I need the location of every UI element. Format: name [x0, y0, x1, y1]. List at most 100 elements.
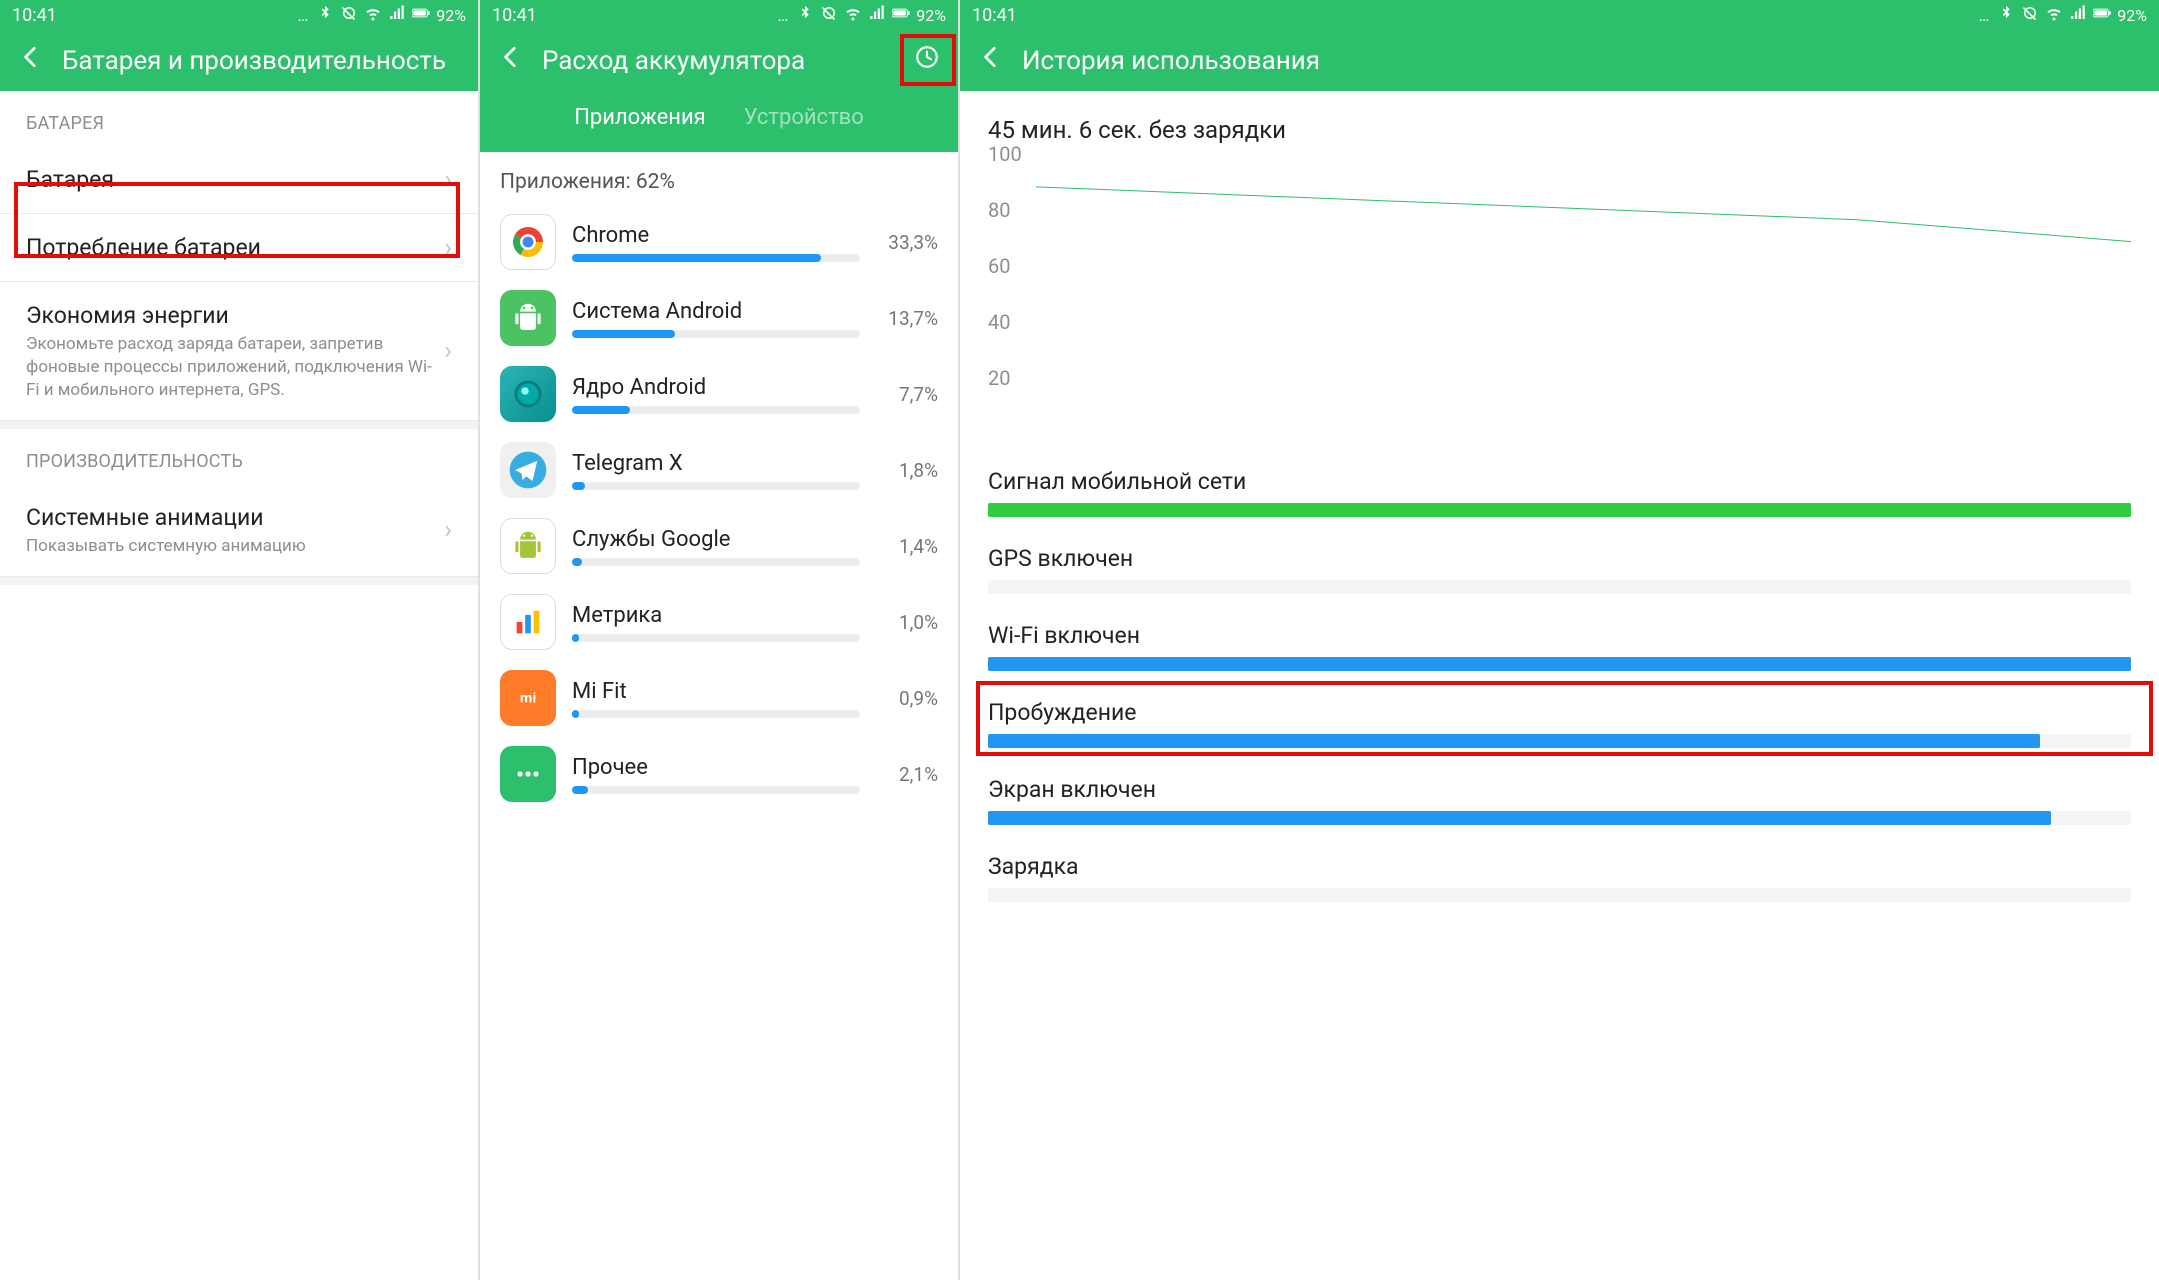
metric-bar: [988, 657, 2131, 671]
app-row[interactable]: Прочее2,1%: [480, 736, 958, 812]
chart-ytick: 80: [988, 198, 1010, 222]
app-bar: [572, 406, 860, 414]
metric-row: Сигнал мобильной сети: [960, 454, 2159, 531]
app-row[interactable]: Службы Google 1,4%: [480, 508, 958, 584]
app-bar: [572, 254, 860, 262]
svg-text:mi: mi: [520, 690, 537, 706]
wifi-icon: [2045, 4, 2063, 26]
app-row[interactable]: mi Mi Fit 0,9%: [480, 660, 958, 736]
chart-ytick: 20: [988, 366, 1010, 390]
history-summary: 45 мин. 6 сек. без зарядки: [960, 91, 2159, 154]
app-pct: 0,9%: [876, 687, 938, 710]
app-row[interactable]: Telegram X1,8%: [480, 432, 958, 508]
app-bar: [572, 482, 860, 490]
metrics-list: Сигнал мобильной сетиGPS включенWi-Fi вк…: [960, 454, 2159, 916]
app-name: Mi Fit: [572, 679, 860, 704]
chevron-right-icon: ›: [444, 233, 452, 263]
metric-label: Пробуждение: [988, 699, 2131, 726]
app-pct: 33,3%: [876, 231, 938, 254]
status-time: 10:41: [492, 5, 537, 26]
metrica-icon: [500, 594, 556, 650]
app-row[interactable]: Ядро Android7,7%: [480, 356, 958, 432]
row-animations[interactable]: Системные анимации Показывать системную …: [0, 484, 478, 577]
row-battery-usage-label: Потребление батареи: [26, 232, 444, 263]
row-power-sub: Экономьте расход заряда батареи, запрети…: [26, 333, 444, 402]
app-pct: 1,4%: [876, 535, 938, 558]
metric-bar: [988, 734, 2131, 748]
signal-icon: [388, 4, 406, 26]
bluetooth-icon: [1997, 4, 2015, 26]
page-title: Расход аккумулятора: [542, 46, 914, 76]
header: Расход аккумулятора: [480, 30, 958, 91]
app-row[interactable]: Метрика1,0%: [480, 584, 958, 660]
status-time: 10:41: [972, 5, 1017, 26]
bluetooth-icon: [316, 4, 334, 26]
wifi-icon: [844, 4, 862, 26]
app-list: Chrome 33,3% Система Android 13,7% Ядро Andr…: [480, 204, 958, 812]
other-icon: [500, 746, 556, 802]
battery-icon: [412, 4, 430, 26]
back-icon[interactable]: [498, 44, 524, 77]
metric-bar: [988, 888, 2131, 902]
mifit-icon: mi: [500, 670, 556, 726]
history-icon[interactable]: [914, 44, 940, 77]
kernel-icon: [500, 366, 556, 422]
app-row[interactable]: Система Android 13,7%: [480, 280, 958, 356]
battery-icon: [892, 4, 910, 26]
status-bar: 10:41 … 92%: [960, 0, 2159, 30]
page-title: История использования: [1022, 46, 2141, 76]
app-name: Chrome: [572, 223, 860, 248]
chrome-icon: [500, 214, 556, 270]
chevron-right-icon: ›: [444, 165, 452, 195]
metric-label: Экран включен: [988, 776, 2131, 803]
app-pct: 2,1%: [876, 763, 938, 786]
chevron-right-icon: ›: [444, 336, 452, 366]
metric-label: GPS включен: [988, 545, 2131, 572]
metric-label: Зарядка: [988, 853, 2131, 880]
metric-row: Пробуждение: [960, 685, 2159, 762]
tabs: Приложения Устройство: [480, 91, 958, 152]
signal-icon: [2069, 4, 2087, 26]
app-name: Службы Google: [572, 527, 860, 552]
chevron-right-icon: ›: [444, 515, 452, 545]
signal-icon: [868, 4, 886, 26]
battery-percentage: 92%: [2117, 6, 2147, 25]
app-bar: [572, 786, 860, 794]
divider: [0, 421, 478, 429]
metric-row: GPS включен: [960, 531, 2159, 608]
status-time: 10:41: [12, 5, 57, 26]
chart-ytick: 40: [988, 310, 1010, 334]
tab-device[interactable]: Устройство: [744, 105, 864, 130]
screen-battery-settings: 10:41 … 92% Батарея и производительность…: [0, 0, 480, 1280]
section-perf: ПРОИЗВОДИТЕЛЬНОСТЬ: [0, 429, 478, 484]
metric-bar: [988, 811, 2131, 825]
tab-apps[interactable]: Приложения: [574, 105, 706, 130]
back-icon[interactable]: [18, 44, 44, 77]
metric-label: Сигнал мобильной сети: [988, 468, 2131, 495]
status-indicators: … 92%: [1979, 4, 2147, 26]
app-pct: 13,7%: [876, 307, 938, 330]
gservices-icon: [500, 518, 556, 574]
metric-row: Зарядка: [960, 839, 2159, 916]
app-name: Система Android: [572, 299, 860, 324]
row-battery-usage[interactable]: Потребление батареи ›: [0, 214, 478, 282]
metric-bar: [988, 580, 2131, 594]
screen-battery-usage: 10:41 … 92% Расход аккумулятора Приложен…: [480, 0, 960, 1280]
battery-icon: [2093, 4, 2111, 26]
battery-percentage: 92%: [916, 6, 946, 25]
row-battery[interactable]: Батарея ›: [0, 146, 478, 214]
row-anim-sub: Показывать системную анимацию: [26, 535, 444, 558]
status-indicators: … 92%: [298, 4, 466, 26]
back-icon[interactable]: [978, 44, 1004, 77]
bluetooth-icon: [796, 4, 814, 26]
app-name: Telegram X: [572, 451, 860, 476]
chart-ytick: 100: [988, 142, 1022, 166]
app-row[interactable]: Chrome 33,3%: [480, 204, 958, 280]
status-bar: 10:41 … 92%: [480, 0, 958, 30]
row-power-title: Экономия энергии: [26, 300, 444, 331]
more-icon: …: [298, 6, 311, 25]
screen-usage-history: 10:41 … 92% История использования 45 мин…: [960, 0, 2159, 1280]
row-power-saving[interactable]: Экономия энергии Экономьте расход заряда…: [0, 282, 478, 421]
app-bar: [572, 558, 860, 566]
page-title: Батарея и производительность: [62, 46, 460, 76]
